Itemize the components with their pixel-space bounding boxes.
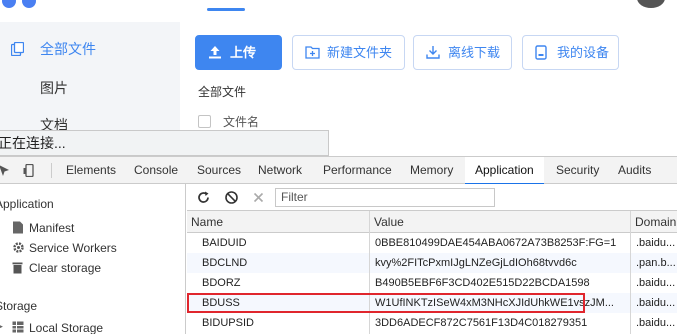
device-icon — [535, 45, 547, 60]
cookie-name: BDUSS — [202, 297, 240, 309]
folder-icon — [11, 42, 24, 56]
delete-selected-icon[interactable] — [251, 190, 266, 205]
column-divider[interactable] — [630, 211, 631, 334]
new-folder-button[interactable]: 新建文件夹 — [292, 35, 405, 70]
cookie-value: B490B5EBF6F3CD402E515D22BCDA1598 — [375, 277, 590, 289]
cookie-value: W1UfINKTzISeW4xM3NHcXJIdUhkWE1vszJM... — [375, 297, 614, 309]
nav-item-images[interactable]: 图片 — [0, 69, 180, 107]
download-icon — [426, 46, 440, 59]
nav-item-label: 图片 — [40, 80, 68, 96]
cookie-name: BIDUPSID — [202, 317, 254, 329]
file-content-area: 上传 新建文件夹 离线下载 我的设备 全部文件 文件名 — [180, 22, 677, 130]
select-all-checkbox[interactable] — [198, 115, 211, 128]
cookie-name: BAIDUID — [202, 237, 247, 249]
table-row[interactable]: BAIDUID 0BBE810499DAE454ABA0672A73B8253F… — [187, 233, 677, 253]
cookies-view: Filter Name Value Domain BAIDUID 0BBE810… — [187, 184, 677, 334]
sidebar-section-application: Application — [0, 197, 54, 211]
sidebar-item-manifest[interactable]: Manifest — [10, 221, 74, 235]
tab-performance[interactable]: Performance — [313, 157, 402, 184]
cookie-value: kvy%2FITcPxmIJgLNZeGjLdIOh68tvvd6c — [375, 257, 577, 269]
offline-download-button[interactable]: 离线下载 — [413, 35, 512, 70]
tab-console[interactable]: Console — [124, 157, 188, 184]
clear-all-icon[interactable] — [224, 190, 239, 205]
gear-icon — [13, 242, 24, 253]
avatar[interactable] — [637, 0, 665, 8]
manifest-icon — [13, 221, 23, 234]
sidebar-item-clear-storage[interactable]: Clear storage — [10, 261, 101, 275]
trash-icon — [12, 262, 23, 274]
connection-status-tooltip: 正在连接... — [0, 130, 329, 156]
tab-security[interactable]: Security — [546, 157, 609, 184]
device-toolbar-icon[interactable] — [23, 164, 36, 177]
cookie-domain: .baidu... — [636, 277, 676, 289]
tab-elements[interactable]: Elements — [56, 157, 126, 184]
table-row[interactable]: BDCLND kvy%2FITcPxmIJgLNZeGjLdIOh68tvvd6… — [187, 253, 677, 273]
tab-sources[interactable]: Sources — [187, 157, 251, 184]
tab-memory[interactable]: Memory — [400, 157, 463, 184]
refresh-icon[interactable] — [196, 190, 211, 205]
column-header-name[interactable]: Name — [187, 211, 369, 233]
toolbar-divider — [51, 163, 52, 178]
table-header: Name Value Domain — [187, 211, 677, 233]
cookie-domain: .baidu... — [636, 317, 676, 329]
filter-input[interactable]: Filter — [275, 188, 495, 207]
cookies-table: Name Value Domain BAIDUID 0BBE810499DAE4… — [187, 211, 677, 334]
breadcrumb[interactable]: 全部文件 — [198, 83, 246, 100]
column-divider[interactable] — [369, 211, 370, 334]
active-top-nav-indicator — [207, 8, 245, 11]
column-header-domain[interactable]: Domain — [631, 211, 677, 233]
upload-button[interactable]: 上传 — [195, 35, 282, 70]
tab-network[interactable]: Network — [248, 157, 312, 184]
cookies-toolbar: Filter — [187, 184, 677, 211]
upload-icon — [209, 46, 221, 59]
screenshot-root: 全部文件 图片 文档 上传 新建文件夹 离线下载 我的设备 全部文件 文件名 正… — [0, 0, 677, 334]
sidebar-item-service-workers[interactable]: Service Workers — [10, 241, 117, 255]
cookie-value: 0BBE810499DAE454ABA0672A73B8253F:FG=1 — [375, 237, 617, 249]
filename-column-header: 文件名 — [198, 113, 259, 130]
cookie-domain: .baidu... — [636, 297, 676, 309]
my-devices-button[interactable]: 我的设备 — [522, 35, 619, 70]
nav-item-all-files[interactable]: 全部文件 — [0, 30, 180, 68]
cookie-name: BDCLND — [202, 257, 248, 269]
left-nav: 全部文件 图片 文档 — [0, 22, 180, 133]
inspect-element-icon[interactable] — [0, 164, 11, 177]
storage-grid-icon — [12, 321, 24, 333]
cookie-domain: .pan.b... — [636, 257, 676, 269]
nav-item-label: 全部文件 — [40, 41, 96, 57]
sidebar-section-storage: Storage — [0, 299, 38, 313]
expand-arrow-icon[interactable]: ▶ — [0, 321, 3, 332]
column-header-value[interactable]: Value — [370, 211, 630, 233]
devtools-panel: Elements Console Sources Network Perform… — [0, 156, 677, 334]
table-row[interactable]: BDORZ B490B5EBF6F3CD402E515D22BCDA1598 .… — [187, 273, 677, 293]
table-row[interactable]: BDUSS W1UfINKTzISeW4xM3NHcXJIdUhkWE1vszJ… — [187, 293, 677, 313]
table-row[interactable]: BIDUPSID 3DD6ADECF872C7561F13D4C01827935… — [187, 313, 677, 333]
cookie-name: BDORZ — [202, 277, 241, 289]
cookie-domain: .baidu... — [636, 237, 676, 249]
devtools-tabbar: Elements Console Sources Network Perform… — [0, 157, 677, 185]
baidu-logo[interactable] — [0, 0, 48, 8]
new-folder-icon — [305, 46, 320, 59]
sidebar-item-local-storage[interactable]: Local Storage — [10, 321, 103, 334]
web-page: 全部文件 图片 文档 上传 新建文件夹 离线下载 我的设备 全部文件 文件名 — [0, 0, 677, 133]
tab-audits[interactable]: Audits — [608, 157, 661, 184]
application-sidebar: Application Manifest Service Workers Cle… — [0, 184, 186, 334]
cookie-value: 3DD6ADECF872C7561F13D4C018279351 — [375, 317, 588, 329]
tab-application[interactable]: Application — [465, 157, 544, 185]
